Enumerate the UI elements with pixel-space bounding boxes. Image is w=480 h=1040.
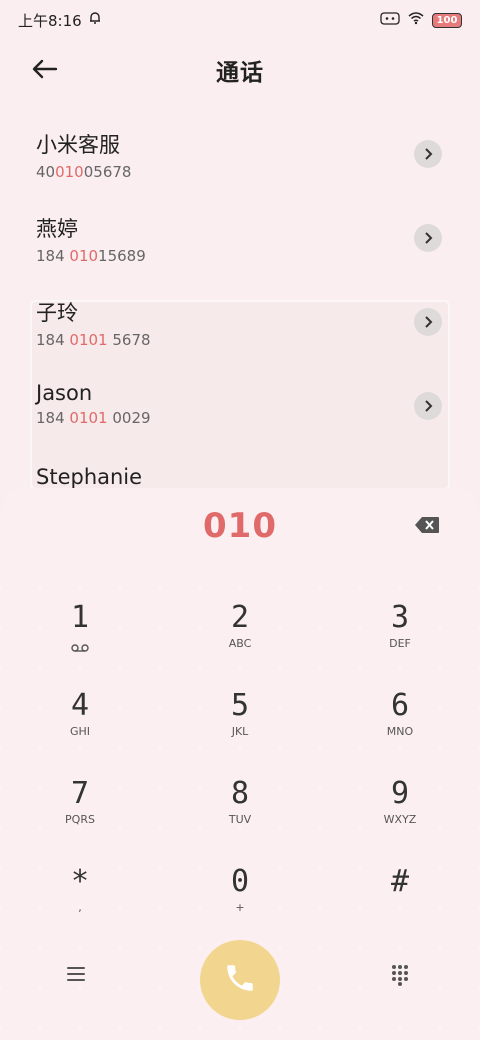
key-letters: GHI	[69, 725, 91, 738]
status-time: 上午8:16	[18, 11, 82, 30]
bell-icon	[88, 11, 102, 29]
backspace-icon	[414, 517, 440, 538]
wifi-icon	[408, 11, 424, 29]
contact-list: 小米客服 4001005678 燕婷 184 01015689 子玲 184 0…	[0, 115, 480, 535]
menu-icon	[66, 967, 86, 986]
contact-item[interactable]: 小米客服 4001005678	[0, 115, 480, 199]
key-letters: +	[235, 901, 245, 914]
backspace-button[interactable]	[414, 516, 440, 534]
key-digit: 9	[390, 776, 410, 811]
dialed-number[interactable]: 010	[0, 506, 480, 546]
phone-icon	[223, 961, 257, 999]
contact-name: 燕婷	[36, 217, 78, 241]
key-digit: 2	[230, 600, 250, 635]
status-bar: 上午8:16 100	[0, 0, 480, 40]
contact-detail-button[interactable]	[414, 224, 442, 252]
key-digit: 7	[70, 776, 90, 811]
key-digit: 5	[230, 688, 250, 723]
key-digit: 6	[390, 688, 410, 723]
keypad: 1 2 ABC 3 DEF 4 GHI 5 JKL 6 MNO 7 PQRS 8…	[0, 596, 480, 948]
key-digit: #	[390, 864, 410, 899]
contact-detail-button[interactable]	[414, 392, 442, 420]
key-letters: ,	[78, 901, 82, 914]
contact-name: 小米客服	[36, 133, 120, 157]
key-star[interactable]: * ,	[0, 860, 160, 948]
header: 通话	[0, 40, 480, 100]
key-7[interactable]: 7 PQRS	[0, 772, 160, 860]
contact-name: Stephanie	[36, 465, 143, 489]
contact-number: 184 0101 5678	[36, 331, 151, 349]
contact-detail-button[interactable]	[414, 308, 442, 336]
key-digit: 0	[230, 864, 250, 899]
notification-icon	[380, 11, 400, 29]
battery-indicator: 100	[432, 12, 462, 28]
arrow-left-icon	[32, 59, 58, 83]
key-6[interactable]: 6 MNO	[320, 684, 480, 772]
key-1[interactable]: 1	[0, 596, 160, 684]
key-letters: MNO	[386, 725, 414, 738]
contact-name: 子玲	[36, 301, 78, 325]
key-2[interactable]: 2 ABC	[160, 596, 320, 684]
key-digit: *	[70, 864, 90, 899]
contact-item[interactable]: 燕婷 184 01015689	[0, 199, 480, 283]
key-letters: JKL	[231, 725, 249, 738]
contact-name: Jason	[36, 381, 93, 405]
key-digit: 8	[230, 776, 250, 811]
key-digit: 1	[70, 600, 90, 635]
key-letters: ABC	[228, 637, 252, 650]
dialer-bottom-bar	[0, 940, 480, 1020]
chevron-right-icon	[423, 397, 433, 416]
back-button[interactable]	[28, 54, 62, 88]
contact-item[interactable]: 子玲 184 0101 5678	[0, 283, 480, 367]
chevron-right-icon	[423, 313, 433, 332]
key-letters: WXYZ	[383, 813, 417, 826]
key-digit: 4	[70, 688, 90, 723]
dial-panel: 010 1 2 ABC 3 DEF 4 GHI 5 JKL 6 MNO 7 PQ…	[0, 488, 480, 1040]
menu-button[interactable]	[66, 966, 90, 986]
key-8[interactable]: 8 TUV	[160, 772, 320, 860]
contact-item[interactable]: Jason 184 0101 0029	[0, 367, 480, 451]
contact-number: 184 01015689	[36, 247, 146, 265]
contact-number: 4001005678	[36, 163, 132, 181]
dialpad-icon	[390, 965, 410, 990]
contact-detail-button[interactable]	[414, 140, 442, 168]
key-3[interactable]: 3 DEF	[320, 596, 480, 684]
key-9[interactable]: 9 WXYZ	[320, 772, 480, 860]
key-digit: 3	[390, 600, 410, 635]
key-0[interactable]: 0 +	[160, 860, 320, 948]
voicemail-icon	[71, 637, 89, 656]
key-4[interactable]: 4 GHI	[0, 684, 160, 772]
page-title: 通话	[216, 60, 264, 86]
chevron-right-icon	[423, 229, 433, 248]
keypad-toggle-button[interactable]	[390, 964, 412, 986]
key-hash[interactable]: #	[320, 860, 480, 948]
key-letters: PQRS	[65, 813, 95, 826]
contact-number: 184 0101 0029	[36, 409, 151, 427]
call-button[interactable]	[200, 940, 280, 1020]
key-5[interactable]: 5 JKL	[160, 684, 320, 772]
chevron-right-icon	[423, 145, 433, 164]
key-letters: TUV	[228, 813, 252, 826]
key-letters: DEF	[389, 637, 411, 650]
